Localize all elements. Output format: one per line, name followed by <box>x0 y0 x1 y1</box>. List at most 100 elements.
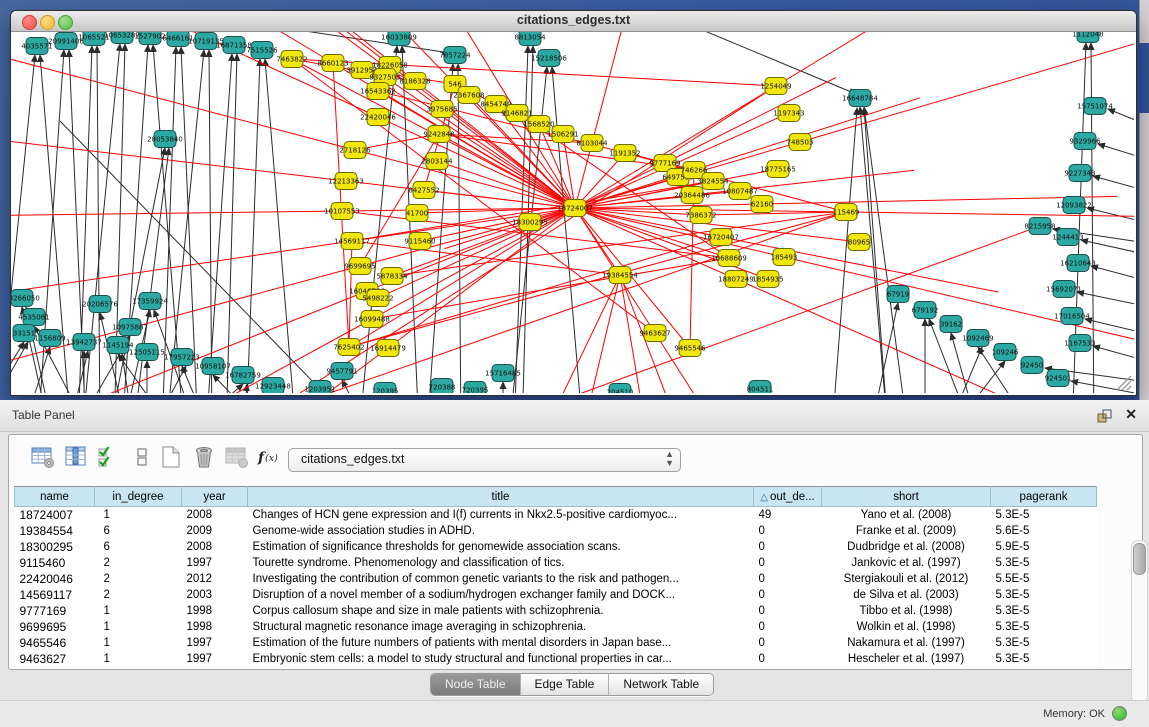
table-cell[interactable]: 0 <box>754 651 822 667</box>
table-cell[interactable]: 18300295 <box>15 539 95 555</box>
table-cell[interactable]: de Silva et al. (2003) <box>822 587 991 603</box>
table-cell[interactable]: Yano et al. (2008) <box>822 507 991 524</box>
window-titlebar[interactable]: citations_edges.txt <box>11 11 1136 32</box>
table-cell[interactable]: 9115460 <box>15 555 95 571</box>
table-cell[interactable]: Structural magnetic resonance image aver… <box>248 619 754 635</box>
table-row[interactable]: 2242004622012Investigating the contribut… <box>15 571 1097 587</box>
table-cell[interactable]: 9465546 <box>15 635 95 651</box>
network-view-window[interactable]: citations_edges.txt 40355712099140610655… <box>10 10 1137 396</box>
new-table-icon[interactable] <box>159 445 183 469</box>
column-header-in_degree[interactable]: in_degree <box>95 487 182 507</box>
table-cell[interactable]: 1997 <box>182 635 248 651</box>
table-cell[interactable]: 9699695 <box>15 619 95 635</box>
table-cell[interactable]: Investigating the contribution of common… <box>248 571 754 587</box>
table-cell[interactable]: 6 <box>95 523 182 539</box>
table-cell[interactable]: 2 <box>95 555 182 571</box>
table-cell[interactable]: 0 <box>754 619 822 635</box>
table-cell[interactable]: Changes of HCN gene expression and I(f) … <box>248 507 754 524</box>
table-cell[interactable]: 1997 <box>182 651 248 667</box>
table-cell[interactable]: 18724007 <box>15 507 95 524</box>
resize-grip-icon[interactable] <box>1114 373 1132 391</box>
table-row[interactable]: 946554611997Estimation of the future num… <box>15 635 1097 651</box>
table-row[interactable]: 977716911998Corpus callosum shape and si… <box>15 603 1097 619</box>
table-cell[interactable]: 1998 <box>182 603 248 619</box>
table-cell[interactable]: 1 <box>95 603 182 619</box>
table-cell[interactable]: Hescheler et al. (1997) <box>822 651 991 667</box>
table-selector-dropdown[interactable]: citations_edges.txt ▲▼ <box>288 448 681 472</box>
table-row[interactable]: 1872400712008Changes of HCN gene express… <box>15 507 1097 524</box>
table-cell[interactable]: Embryonic stem cells: a model to study s… <box>248 651 754 667</box>
select-columns-icon[interactable] <box>97 445 121 469</box>
table-row[interactable]: 969969511998Structural magnetic resonanc… <box>15 619 1097 635</box>
table-cell[interactable]: 0 <box>754 555 822 571</box>
table-cell[interactable]: 1 <box>95 507 182 524</box>
node-table[interactable]: namein_degreeyeartitle△out_de...shortpag… <box>14 486 1097 667</box>
table-row[interactable]: 911546021997Tourette syndrome. Phenomeno… <box>15 555 1097 571</box>
tab-network-table[interactable]: Network Table <box>608 674 713 695</box>
table-cell[interactable]: 5.3E-5 <box>991 619 1097 635</box>
table-cell[interactable]: 6 <box>95 539 182 555</box>
table-cell[interactable]: 14569117 <box>15 587 95 603</box>
table-cell[interactable]: 9777169 <box>15 603 95 619</box>
table-cell[interactable]: Disruption of a novel member of a sodium… <box>248 587 754 603</box>
table-cell[interactable]: 5.9E-5 <box>991 539 1097 555</box>
table-cell[interactable]: 0 <box>754 571 822 587</box>
column-header-pagerank[interactable]: pagerank <box>991 487 1097 507</box>
tab-node-table[interactable]: Node Table <box>431 674 520 695</box>
table-cell[interactable]: 1998 <box>182 619 248 635</box>
citation-graph[interactable]: 4035571209914061065521106532871527902646… <box>11 32 1134 393</box>
table-cell[interactable]: 5.3E-5 <box>991 603 1097 619</box>
table-cell[interactable]: Estimation of significance thresholds fo… <box>248 539 754 555</box>
table-cell[interactable]: Jankovic et al. (1997) <box>822 555 991 571</box>
table-cell[interactable]: 2012 <box>182 571 248 587</box>
table-cell[interactable]: Tourette syndrome. Phenomenology and cla… <box>248 555 754 571</box>
table-cell[interactable]: 1 <box>95 651 182 667</box>
import-table-icon[interactable] <box>225 445 249 469</box>
column-selector-icon[interactable] <box>64 445 88 469</box>
table-cell[interactable]: 0 <box>754 635 822 651</box>
table-cell[interactable]: Genome-wide association studies in ADHD. <box>248 523 754 539</box>
table-cell[interactable]: 0 <box>754 523 822 539</box>
table-cell[interactable]: 2008 <box>182 539 248 555</box>
table-cell[interactable]: 5.3E-5 <box>991 635 1097 651</box>
table-cell[interactable]: 1997 <box>182 555 248 571</box>
table-cell[interactable]: 9463627 <box>15 651 95 667</box>
table-cell[interactable]: Nakamura et al. (1997) <box>822 635 991 651</box>
table-cell[interactable]: 22420046 <box>15 571 95 587</box>
table-cell[interactable]: 2009 <box>182 523 248 539</box>
column-header-year[interactable]: year <box>182 487 248 507</box>
table-cell[interactable]: 0 <box>754 603 822 619</box>
table-options-icon[interactable] <box>31 445 55 469</box>
float-panel-icon[interactable] <box>1096 408 1113 424</box>
table-cell[interactable]: 2 <box>95 587 182 603</box>
scrollbar-thumb[interactable] <box>1133 543 1146 575</box>
table-cell[interactable]: Estimation of the future numbers of pati… <box>248 635 754 651</box>
table-row[interactable]: 1830029562008Estimation of significance … <box>15 539 1097 555</box>
table-cell[interactable]: 49 <box>754 507 822 524</box>
vertical-scrollbar[interactable] <box>1131 540 1148 703</box>
table-cell[interactable]: Tibbo et al. (1998) <box>822 603 991 619</box>
table-cell[interactable]: Dudbridge et al. (2008) <box>822 539 991 555</box>
column-header-out_de[interactable]: △out_de... <box>754 487 822 507</box>
column-header-name[interactable]: name <box>15 487 95 507</box>
table-cell[interactable]: 0 <box>754 587 822 603</box>
table-cell[interactable]: 2008 <box>182 507 248 524</box>
table-cell[interactable]: Wolkin et al. (1998) <box>822 619 991 635</box>
table-cell[interactable]: 19384554 <box>15 523 95 539</box>
tab-edge-table[interactable]: Edge Table <box>520 674 609 695</box>
table-cell[interactable]: 5.5E-5 <box>991 571 1097 587</box>
table-cell[interactable]: 5.3E-5 <box>991 651 1097 667</box>
table-cell[interactable]: 5.3E-5 <box>991 555 1097 571</box>
table-cell[interactable]: 1 <box>95 635 182 651</box>
table-cell[interactable]: 5.6E-5 <box>991 523 1097 539</box>
table-row[interactable]: 946362711997Embryonic stem cells: a mode… <box>15 651 1097 667</box>
table-cell[interactable]: Corpus callosum shape and size in male p… <box>248 603 754 619</box>
table-cell[interactable]: 0 <box>754 539 822 555</box>
table-cell[interactable]: 2003 <box>182 587 248 603</box>
table-cell[interactable]: 5.3E-5 <box>991 507 1097 524</box>
column-header-short[interactable]: short <box>822 487 991 507</box>
delete-table-icon[interactable] <box>192 445 216 469</box>
function-builder-icon[interactable]: f (x) <box>257 445 285 469</box>
table-cell[interactable]: 1 <box>95 619 182 635</box>
network-canvas[interactable]: 4035571209914061065521106532871527902646… <box>11 32 1134 393</box>
